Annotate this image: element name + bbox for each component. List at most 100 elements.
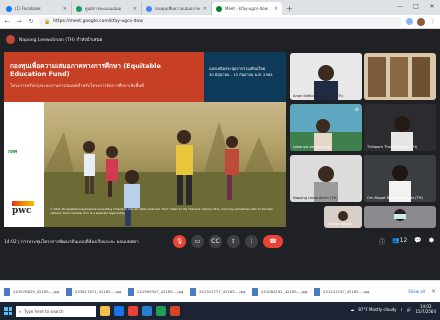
phone-hangup-icon[interactable]: ☎ xyxy=(263,235,283,248)
browser-tab[interactable]: กองทุนเพื่อความเสมอภาคทางการศึกษา × xyxy=(142,2,212,15)
windows-taskbar: ⌕ Type here to search ☁ 87°F Mostly clou… xyxy=(0,302,440,320)
download-item[interactable]: 241302777_42165....jpg xyxy=(190,287,250,296)
clock[interactable]: 14:02 15/7/2564 xyxy=(415,304,436,314)
close-tab-icon[interactable]: × xyxy=(133,6,137,12)
close-tab-icon[interactable]: × xyxy=(203,6,207,12)
extension-icon[interactable] xyxy=(406,18,413,25)
present-icon[interactable]: ⇪ xyxy=(227,235,240,248)
close-tab-icon[interactable]: × xyxy=(63,6,67,12)
forward-icon[interactable]: → xyxy=(15,18,23,25)
presenter-avatar xyxy=(6,34,15,44)
close-window-icon[interactable]: ✕ xyxy=(424,0,440,12)
image-file-icon xyxy=(66,287,72,296)
activities-icon[interactable]: ⬢ xyxy=(429,237,434,246)
image-file-icon xyxy=(190,287,196,296)
minimize-icon[interactable]: — xyxy=(392,0,408,12)
excel-icon[interactable] xyxy=(156,306,166,316)
browser-tab[interactable]: ศูนย์การคะแนนเสมอ × xyxy=(72,2,142,15)
menu-icon[interactable]: ⋮ xyxy=(429,18,437,25)
search-icon: ⌕ xyxy=(19,308,22,314)
image-file-icon xyxy=(128,287,134,296)
taskbar-search-input[interactable]: ⌕ Type here to search xyxy=(16,305,96,317)
show-all-downloads-link[interactable]: Show all xyxy=(408,289,425,294)
browser-tab-active[interactable]: Meet - kfay-ugcs-dow × xyxy=(212,2,282,15)
address-bar: ← → ↻ 🔒 https://meet.google.com/kfay-ugc… xyxy=(0,15,440,29)
participant-tile[interactable] xyxy=(364,53,436,100)
chat-icon[interactable]: 💬 xyxy=(414,237,421,246)
participant-tile[interactable]: Tailing daouie xyxy=(324,206,362,228)
browser-tab[interactable]: (1) Facebook × xyxy=(2,2,72,15)
system-tray: ☁ 87°F Mostly cloudy ⌇ 🔊 14:02 15/7/2564 xyxy=(350,304,436,314)
word-icon[interactable] xyxy=(142,306,152,316)
weather-text: 87°F Mostly cloudy xyxy=(358,306,397,312)
mic-off-icon: ⊘ xyxy=(354,107,359,113)
maximize-icon[interactable]: □ xyxy=(408,0,424,12)
network-icon[interactable]: ⌇ xyxy=(401,307,403,312)
image-file-icon xyxy=(314,287,320,296)
download-item[interactable]: 243978829_42165....jpg xyxy=(4,287,64,296)
pwc-logo: pwc xyxy=(12,206,32,216)
participant-tile[interactable]: sukanya sangrasang ⊘ xyxy=(290,104,362,151)
window-controls: — □ ✕ xyxy=(392,0,440,12)
participant-video xyxy=(290,104,362,151)
slide-date: นอกเหนือประชุมจากรวมเดือนใหม่ 30 มิถุนาย… xyxy=(209,66,273,77)
participant-tile[interactable]: Anan Kietbunnangsunt (TH) xyxy=(290,53,362,100)
edge-icon[interactable] xyxy=(114,306,124,316)
url-input[interactable]: 🔒 https://meet.google.com/kfay-ugcs-dow xyxy=(39,16,402,27)
close-tab-icon[interactable]: × xyxy=(274,6,278,12)
call-controls: 🎙 ▭ CC ⇪ ⋮ ☎ xyxy=(173,235,283,248)
slide-footnote: © 2021 PricewaterhouseCoopers Consulting… xyxy=(50,207,274,215)
meet-favicon-icon xyxy=(216,5,222,12)
screen: (1) Facebook × ศูนย์การคะแนนเสมอ × กองทุ… xyxy=(0,0,440,320)
image-file-icon xyxy=(4,287,10,296)
presenter-banner: Napong Leewutinan (TH) กำลังนำเสนอ xyxy=(0,30,440,48)
participant-video xyxy=(290,155,362,202)
volume-icon[interactable]: 🔊 xyxy=(407,307,412,312)
chrome-icon[interactable] xyxy=(128,306,138,316)
presentation-stage[interactable]: กองทุนเพื่อความเสมอภาคทางการศึกษา (Equit… xyxy=(4,52,286,227)
close-shelf-icon[interactable]: × xyxy=(431,288,436,295)
new-tab-button[interactable]: + xyxy=(282,2,297,15)
info-icon[interactable]: ⓘ xyxy=(379,237,385,246)
camera-icon[interactable]: ▭ xyxy=(191,235,204,248)
downloads-shelf: 243978829_42165....jpg 243817871_42165..… xyxy=(0,280,440,302)
browser-tab-strip: (1) Facebook × ศูนย์การคะแนนเสมอ × กองทุ… xyxy=(0,0,440,15)
participant-video xyxy=(364,53,436,100)
participant-video xyxy=(364,155,436,202)
image-file-icon xyxy=(252,287,258,296)
people-icon[interactable]: 👥12 xyxy=(392,237,407,246)
download-item[interactable]: 241590507_42165....jpg xyxy=(128,287,188,296)
participant-video xyxy=(364,206,436,228)
facebook-favicon-icon xyxy=(6,5,12,12)
meeting-side-controls: ⓘ 👥12 💬 ⬢ xyxy=(379,237,434,246)
slide-header: กองทุนเพื่อความเสมอภาคทางการศึกษา (Equit… xyxy=(4,52,286,102)
download-item[interactable]: 241241197_42165....jpg xyxy=(314,287,374,296)
file-explorer-icon[interactable] xyxy=(100,306,110,316)
captions-icon[interactable]: CC xyxy=(209,235,222,248)
eef-logo: กสศ xyxy=(8,149,18,155)
windows-start-icon[interactable] xyxy=(4,307,12,315)
powerpoint-icon[interactable] xyxy=(170,306,180,316)
weather-icon[interactable]: ☁ xyxy=(350,307,354,312)
meeting-info: 14:02 | การประชุมโครงการพัฒนาต้นแบบที่ห้… xyxy=(4,239,139,245)
participant-tile[interactable]: Orn-Napat Boonsarnaphat (TH) xyxy=(364,155,436,202)
meeting-title: การประชุมโครงการพัฒนาต้นแบบที่ห้องเรียนร… xyxy=(20,239,139,245)
participant-tile[interactable]: Thitiporn Thanpongsan (TH) xyxy=(364,104,436,151)
back-icon[interactable]: ← xyxy=(3,18,11,25)
reload-icon[interactable]: ↻ xyxy=(27,18,35,25)
profile-avatar[interactable] xyxy=(417,17,425,26)
participant-video xyxy=(290,53,362,100)
participant-tile[interactable]: Napong Leewutinan (TH) xyxy=(290,155,362,202)
sheet-favicon-icon xyxy=(76,5,82,12)
download-item[interactable]: 241084191_42165....jpg xyxy=(252,287,312,296)
doc-favicon-icon xyxy=(146,5,152,12)
lock-icon: 🔒 xyxy=(44,18,51,25)
slide-title: กองทุนเพื่อความเสมอภาคทางการศึกษา (Equit… xyxy=(10,62,161,79)
meeting-control-bar: 14:02 | การประชุมโครงการพัฒนาต้นแบบที่ห้… xyxy=(0,230,440,252)
participant-tile[interactable] xyxy=(364,206,436,228)
mic-off-icon[interactable]: 🎙 xyxy=(173,235,186,248)
download-item[interactable]: 243817871_42165....jpg xyxy=(66,287,126,296)
participant-video xyxy=(364,104,436,151)
more-icon[interactable]: ⋮ xyxy=(245,235,258,248)
slide-title-panel: กองทุนเพื่อความเสมอภาคทางการศึกษา (Equit… xyxy=(4,52,204,102)
